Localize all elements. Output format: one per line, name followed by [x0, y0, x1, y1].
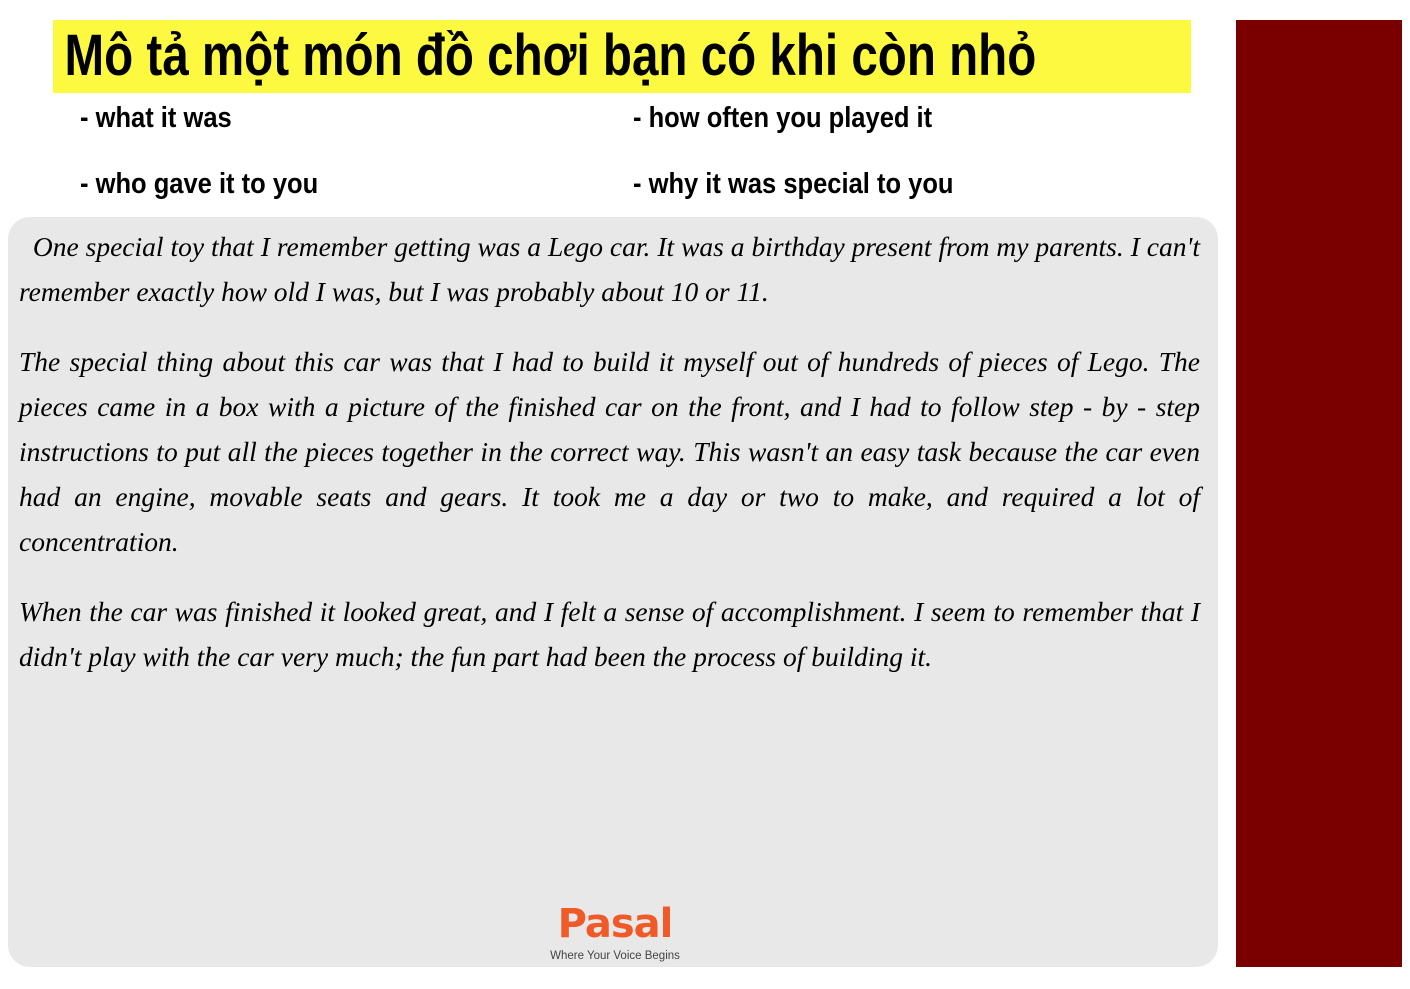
prompt-why: - why it was special to you [633, 168, 954, 200]
title-banner: Mô tả một món đồ chơi bạn có khi còn nhỏ [53, 20, 1191, 93]
essay-paragraph: One special toy that I remember getting … [19, 231, 1200, 307]
logo-tagline: Where Your Voice Begins [550, 950, 680, 962]
prompt-who: - who gave it to you [80, 168, 319, 200]
essay-paragraph: When the car was finished it looked grea… [19, 596, 1200, 672]
essay-paragraph: The special thing about this car was tha… [19, 346, 1200, 557]
prompt-how-often: - how often you played it [633, 102, 933, 134]
logo-wordmark: Pasal [557, 901, 674, 947]
prompt-what: - what it was [80, 102, 232, 134]
page-title: Mô tả một món đồ chơi bạn có khi còn nhỏ [64, 23, 1037, 88]
essay-text: One special toy that I remember getting … [19, 224, 1200, 704]
side-panel [1236, 20, 1402, 967]
pasal-logo: Pasal Where Your Voice Begins [540, 902, 690, 962]
